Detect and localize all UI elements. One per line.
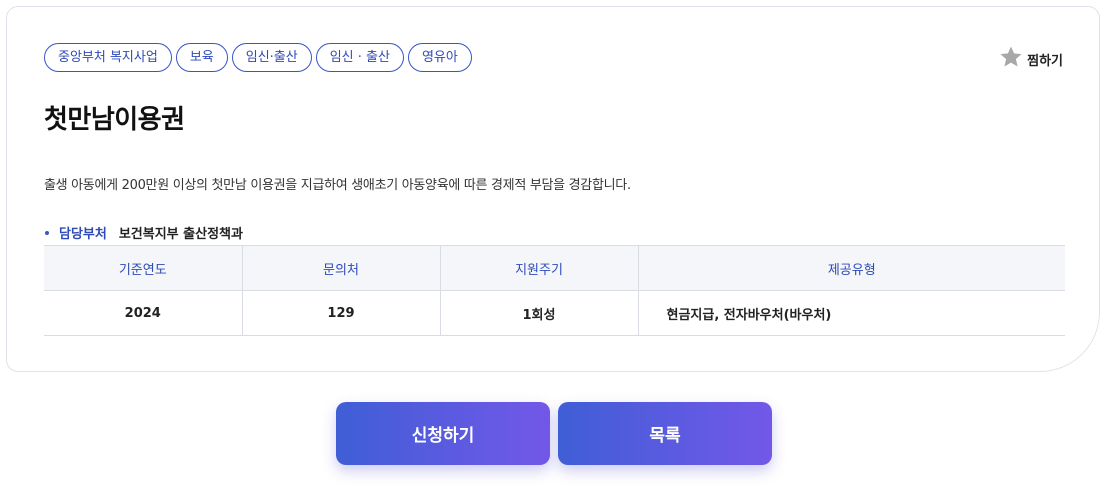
department-label: 담당부처 xyxy=(59,227,107,242)
info-table: 기준연도 문의처 지원주기 제공유형 2024 129 1회성 현금지급, 전자… xyxy=(44,245,1065,336)
cell-provision-type: 현금지급, 전자바우처(바우처) xyxy=(638,290,1065,336)
service-description: 출생 아동에게 200만원 이상의 첫만남 이용권을 지급하여 생애초기 아동양… xyxy=(44,178,631,193)
action-buttons: 신청하기 목록 xyxy=(336,402,772,465)
header-provision-type: 제공유형 xyxy=(638,245,1065,291)
header-base-year: 기준연도 xyxy=(44,245,243,291)
favorite-button[interactable]: 찜하기 xyxy=(999,45,1063,73)
table-header-row: 기준연도 문의처 지원주기 제공유형 xyxy=(44,245,1065,291)
cell-base-year: 2024 xyxy=(44,290,243,336)
header-support-cycle: 지원주기 xyxy=(440,245,639,291)
service-card: 중앙부처 복지사업 보육 임신·출산 임신 · 출산 영유아 찜하기 첫만남이용… xyxy=(6,6,1100,372)
tag-childcare[interactable]: 보육 xyxy=(175,43,228,72)
bullet-icon xyxy=(45,230,49,235)
header-contact: 문의처 xyxy=(242,245,441,291)
star-icon xyxy=(999,45,1023,73)
list-button[interactable]: 목록 xyxy=(558,402,772,465)
department-value: 보건복지부 출산정책과 xyxy=(118,227,243,242)
favorite-label: 찜하기 xyxy=(1027,53,1063,69)
cell-contact: 129 xyxy=(242,290,441,336)
tag-infant[interactable]: 영유아 xyxy=(407,43,472,72)
table-row: 2024 129 1회성 현금지급, 전자바우처(바우처) xyxy=(44,290,1065,336)
tag-central-welfare[interactable]: 중앙부처 복지사업 xyxy=(44,43,172,72)
apply-button[interactable]: 신청하기 xyxy=(336,402,550,465)
department-info: 담당부처 보건복지부 출산정책과 xyxy=(44,223,243,242)
page-title: 첫만남이용권 xyxy=(44,105,185,135)
tag-pregnancy-birth[interactable]: 임신·출산 xyxy=(231,43,312,72)
cell-support-cycle: 1회성 xyxy=(440,290,639,336)
tag-pregnancy-birth-alt[interactable]: 임신 · 출산 xyxy=(315,43,404,72)
tag-list: 중앙부처 복지사업 보육 임신·출산 임신 · 출산 영유아 xyxy=(44,43,472,72)
